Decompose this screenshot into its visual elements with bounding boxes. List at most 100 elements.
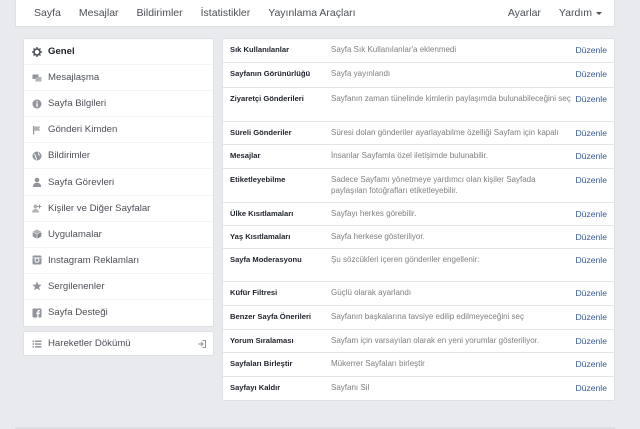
arrow-right-icon bbox=[197, 339, 207, 349]
sidebar-item-people-and-pages[interactable]: Kişiler ve Diğer Sayfalar bbox=[24, 196, 213, 222]
edit-button[interactable]: Düzenle bbox=[571, 151, 614, 161]
cube-icon bbox=[32, 229, 42, 239]
setting-name: Ülke Kısıtlamaları bbox=[230, 209, 294, 218]
message-icon bbox=[32, 73, 42, 83]
list-icon bbox=[32, 339, 42, 349]
people-icon bbox=[32, 203, 42, 213]
sidebar-item-label: Sergilenenler bbox=[48, 280, 105, 292]
sidebar-item-post-attribution[interactable]: Gönderi Kimden bbox=[24, 117, 213, 144]
setting-name: Sayfanın Görünürlüğü bbox=[230, 69, 311, 78]
setting-name: Etiketleyebilme bbox=[230, 175, 286, 184]
setting-name: Sayfa Moderasyonu bbox=[230, 255, 302, 264]
sidebar-item-notifications[interactable]: Bildirimler bbox=[24, 143, 213, 170]
settings-row-age-restrictions: Yaş Kısıtlamaları Sayfa herkese gösteril… bbox=[223, 226, 614, 249]
settings-row-messages: Mesajlar İnsanlar Sayfamla özel iletişim… bbox=[223, 145, 614, 169]
sidebar-item-apps[interactable]: Uygulamalar bbox=[24, 222, 213, 248]
edit-button[interactable]: Düzenle bbox=[571, 209, 614, 219]
setting-name: Benzer Sayfa Önerileri bbox=[230, 312, 312, 321]
setting-name: Yaş Kısıtlamaları bbox=[230, 232, 291, 241]
nav-notifications[interactable]: Bildirimler bbox=[128, 0, 192, 27]
setting-description: Sayfanın başkalarına tavsiye edilip edil… bbox=[331, 312, 524, 321]
settings-row-tagging: Etiketleyebilme Sadece Sayfamı yönetmeye… bbox=[223, 169, 614, 203]
sidebar-item-page-info[interactable]: Sayfa Bilgileri bbox=[24, 91, 213, 118]
nav-help-label: Yardım bbox=[558, 7, 592, 19]
sidebar-item-general[interactable]: Genel bbox=[24, 39, 213, 66]
edit-button[interactable]: Düzenle bbox=[571, 255, 614, 265]
settings-row-visitor-posts: Ziyaretçi Gönderileri Sayfanın zaman tün… bbox=[223, 88, 614, 122]
settings-sidebar: Genel Mesajlaşma Sayfa Bilgileri Gönderi… bbox=[23, 38, 214, 328]
instagram-icon bbox=[32, 255, 42, 265]
sidebar-item-page-support[interactable]: Sayfa Desteği bbox=[24, 300, 213, 326]
settings-row-remove-page: Sayfayı Kaldır Sayfanı Sil Düzenle bbox=[223, 377, 614, 400]
edit-button[interactable]: Düzenle bbox=[571, 128, 614, 138]
setting-description: Sayfa Sık Kullanılanlar'a eklenmedi bbox=[331, 45, 457, 54]
sidebar-item-messaging[interactable]: Mesajlaşma bbox=[24, 65, 213, 92]
setting-name: Yorum Sıralaması bbox=[230, 336, 294, 345]
settings-row-profanity-filter: Küfür Filtresi Güçlü olarak ayarlandı Dü… bbox=[223, 282, 614, 306]
setting-name: Ziyaretçi Gönderileri bbox=[230, 94, 304, 103]
flag-icon bbox=[32, 125, 42, 135]
edit-button[interactable]: Düzenle bbox=[571, 336, 614, 346]
setting-description: Sadece Sayfamı yönetmeye yardımcı olan k… bbox=[331, 175, 536, 195]
sidebar-item-label: Kişiler ve Diğer Sayfalar bbox=[48, 202, 151, 214]
activity-log-label: Hareketler Dökümü bbox=[48, 338, 131, 349]
info-icon bbox=[32, 99, 42, 109]
edit-button[interactable]: Düzenle bbox=[571, 94, 614, 104]
sidebar-item-label: Sayfa Bilgileri bbox=[48, 98, 107, 110]
setting-description: Sayfa herkese gösteriliyor. bbox=[331, 232, 425, 241]
setting-description: Sayfam için varsayılan olarak en yeni yo… bbox=[331, 336, 540, 345]
edit-button[interactable]: Düzenle bbox=[571, 288, 614, 298]
setting-name: Süreli Gönderiler bbox=[230, 128, 292, 137]
general-settings-table: Sık Kullanılanlar Sayfa Sık Kullanılanla… bbox=[222, 38, 615, 401]
chevron-down-icon bbox=[596, 11, 602, 15]
setting-name: Mesajlar bbox=[230, 151, 261, 160]
sidebar-item-instagram-ads[interactable]: Instagram Reklamları bbox=[24, 248, 213, 274]
nav-publishing-tools[interactable]: Yayınlama Araçları bbox=[259, 0, 364, 27]
settings-row-favorites: Sık Kullanılanlar Sayfa Sık Kullanılanla… bbox=[223, 39, 614, 63]
sidebar-item-featured[interactable]: Sergilenenler bbox=[24, 274, 213, 300]
setting-description: İnsanlar Sayfamla özel iletişimde buluna… bbox=[331, 151, 488, 160]
sidebar-item-label: Bildirimler bbox=[48, 150, 91, 162]
setting-name: Sık Kullanılanlar bbox=[230, 45, 290, 54]
nav-insights[interactable]: İstatistikler bbox=[192, 0, 260, 27]
activity-log-link[interactable]: Hareketler Dökümü bbox=[23, 331, 214, 356]
settings-row-expiring-posts: Süreli Gönderiler Süresi dolan gönderile… bbox=[223, 122, 614, 145]
setting-description: Güçlü olarak ayarlandı bbox=[331, 288, 412, 297]
sidebar-item-label: Mesajlaşma bbox=[48, 72, 100, 84]
setting-name: Sayfaları Birleştir bbox=[230, 359, 293, 368]
sidebar-item-label: Sayfa Desteği bbox=[48, 307, 108, 319]
globe-icon bbox=[32, 151, 42, 161]
setting-description: Şu sözcükleri içeren gönderiler engellen… bbox=[331, 255, 480, 264]
nav-page[interactable]: Sayfa bbox=[16, 0, 70, 27]
sidebar-item-label: Genel bbox=[48, 46, 75, 58]
sidebar-item-page-roles[interactable]: Sayfa Görevleri bbox=[24, 169, 213, 196]
setting-description: Sayfanın zaman tünelinde kimlerin paylaş… bbox=[331, 94, 571, 103]
sidebar-item-label: Gönderi Kimden bbox=[48, 124, 118, 136]
setting-name: Küfür Filtresi bbox=[230, 288, 278, 297]
page-top-nav: Sayfa Mesajlar Bildirimler İstatistikler… bbox=[15, 0, 615, 27]
facebook-icon bbox=[32, 308, 42, 318]
edit-button[interactable]: Düzenle bbox=[571, 359, 614, 369]
setting-description: Sayfa yayınlandı bbox=[331, 69, 391, 78]
edit-button[interactable]: Düzenle bbox=[571, 45, 614, 55]
setting-description: Sayfayı herkes görebilir. bbox=[331, 209, 417, 218]
settings-row-comment-ranking: Yorum Sıralaması Sayfam için varsayılan … bbox=[223, 330, 614, 353]
setting-description: Mükerrer Sayfaları birleştir bbox=[331, 359, 425, 368]
nav-settings[interactable]: Ayarlar bbox=[499, 0, 550, 27]
edit-button[interactable]: Düzenle bbox=[571, 383, 614, 393]
nav-messages[interactable]: Mesajlar bbox=[70, 0, 128, 27]
gear-icon bbox=[32, 46, 42, 57]
setting-description: Süresi dolan gönderiler ayarlayabilme öz… bbox=[331, 128, 559, 137]
setting-description: Sayfanı Sil bbox=[331, 383, 370, 392]
sidebar-item-label: Instagram Reklamları bbox=[48, 254, 140, 266]
edit-button[interactable]: Düzenle bbox=[571, 175, 614, 185]
edit-button[interactable]: Düzenle bbox=[571, 69, 614, 79]
sidebar-item-label: Sayfa Görevleri bbox=[48, 176, 115, 188]
person-icon bbox=[32, 177, 42, 188]
edit-button[interactable]: Düzenle bbox=[571, 232, 614, 242]
settings-row-merge-pages: Sayfaları Birleştir Mükerrer Sayfaları b… bbox=[223, 353, 614, 377]
nav-help[interactable]: Yardım bbox=[550, 0, 614, 27]
edit-button[interactable]: Düzenle bbox=[571, 312, 614, 322]
settings-row-visibility: Sayfanın Görünürlüğü Sayfa yayınlandı Dü… bbox=[223, 63, 614, 88]
settings-row-similar-page-suggestions: Benzer Sayfa Önerileri Sayfanın başkalar… bbox=[223, 306, 614, 330]
